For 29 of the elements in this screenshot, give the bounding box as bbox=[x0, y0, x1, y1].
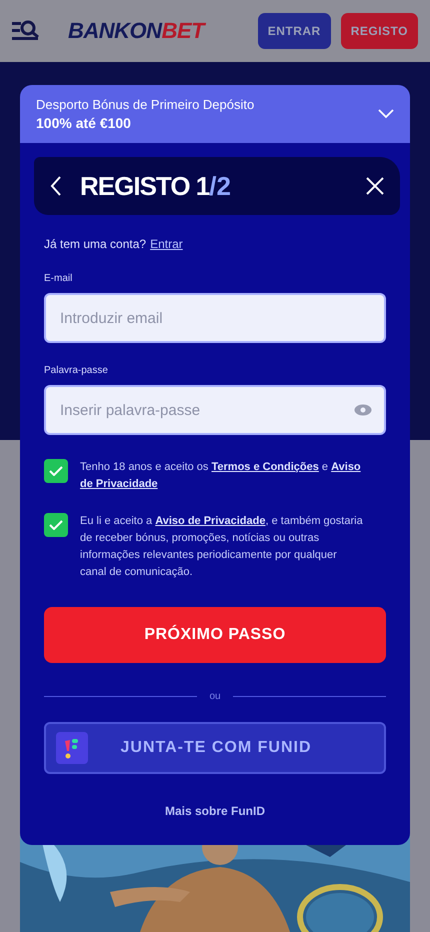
field-label: E-mail bbox=[44, 273, 74, 284]
check-icon bbox=[49, 520, 63, 530]
close-button[interactable] bbox=[366, 177, 384, 195]
account-prompt: Já tem uma conta? bbox=[44, 237, 146, 251]
login-link[interactable]: Entrar bbox=[150, 237, 183, 251]
bonus-amount: 100% até €100 bbox=[36, 115, 132, 131]
register-button[interactable]: REGISTO bbox=[340, 13, 418, 49]
chevron-down-icon[interactable] bbox=[378, 109, 394, 119]
divider-text: ou bbox=[209, 691, 221, 702]
consent-text: Eu li e aceito a Aviso de Privacidade, e também gostaria de receber bónus, promoções, notícias ou outras informações relevantes periodicamente por qualquer canal de comunicação. bbox=[80, 514, 364, 580]
next-step-button[interactable]: PRÓXIMO PASSO bbox=[44, 607, 386, 663]
step-total: /2 bbox=[209, 170, 232, 202]
login-button[interactable]: ENTRAR bbox=[258, 13, 331, 49]
back-button[interactable] bbox=[50, 176, 62, 196]
password-field[interactable]: Inserir palavra-passe bbox=[44, 385, 386, 435]
funid-logo-icon bbox=[56, 732, 88, 764]
field-label: Palavra-passe bbox=[44, 365, 109, 376]
bonus-title: Desporto Bónus de Primeiro Depósito bbox=[36, 97, 256, 112]
logo[interactable]: BANKONBET bbox=[68, 18, 248, 44]
checkbox[interactable] bbox=[44, 459, 68, 483]
consent-text: Tenho 18 anos e aceito os Termos e Condições e Aviso de Privacidade bbox=[80, 460, 362, 492]
bonus-banner[interactable]: Desporto Bónus de Primeiro Depósito 100% até €100 bbox=[20, 85, 410, 143]
check-icon bbox=[49, 466, 63, 476]
funid-button[interactable]: JUNTA-TE COM FUNID bbox=[44, 722, 386, 774]
modal-title: REGISTO 1 bbox=[80, 170, 210, 202]
search-menu-icon[interactable] bbox=[12, 20, 40, 42]
checkbox[interactable] bbox=[44, 513, 68, 537]
email-field[interactable]: Introduzir email bbox=[44, 293, 386, 343]
funid-info-link[interactable]: Mais sobre FunID bbox=[164, 804, 265, 818]
